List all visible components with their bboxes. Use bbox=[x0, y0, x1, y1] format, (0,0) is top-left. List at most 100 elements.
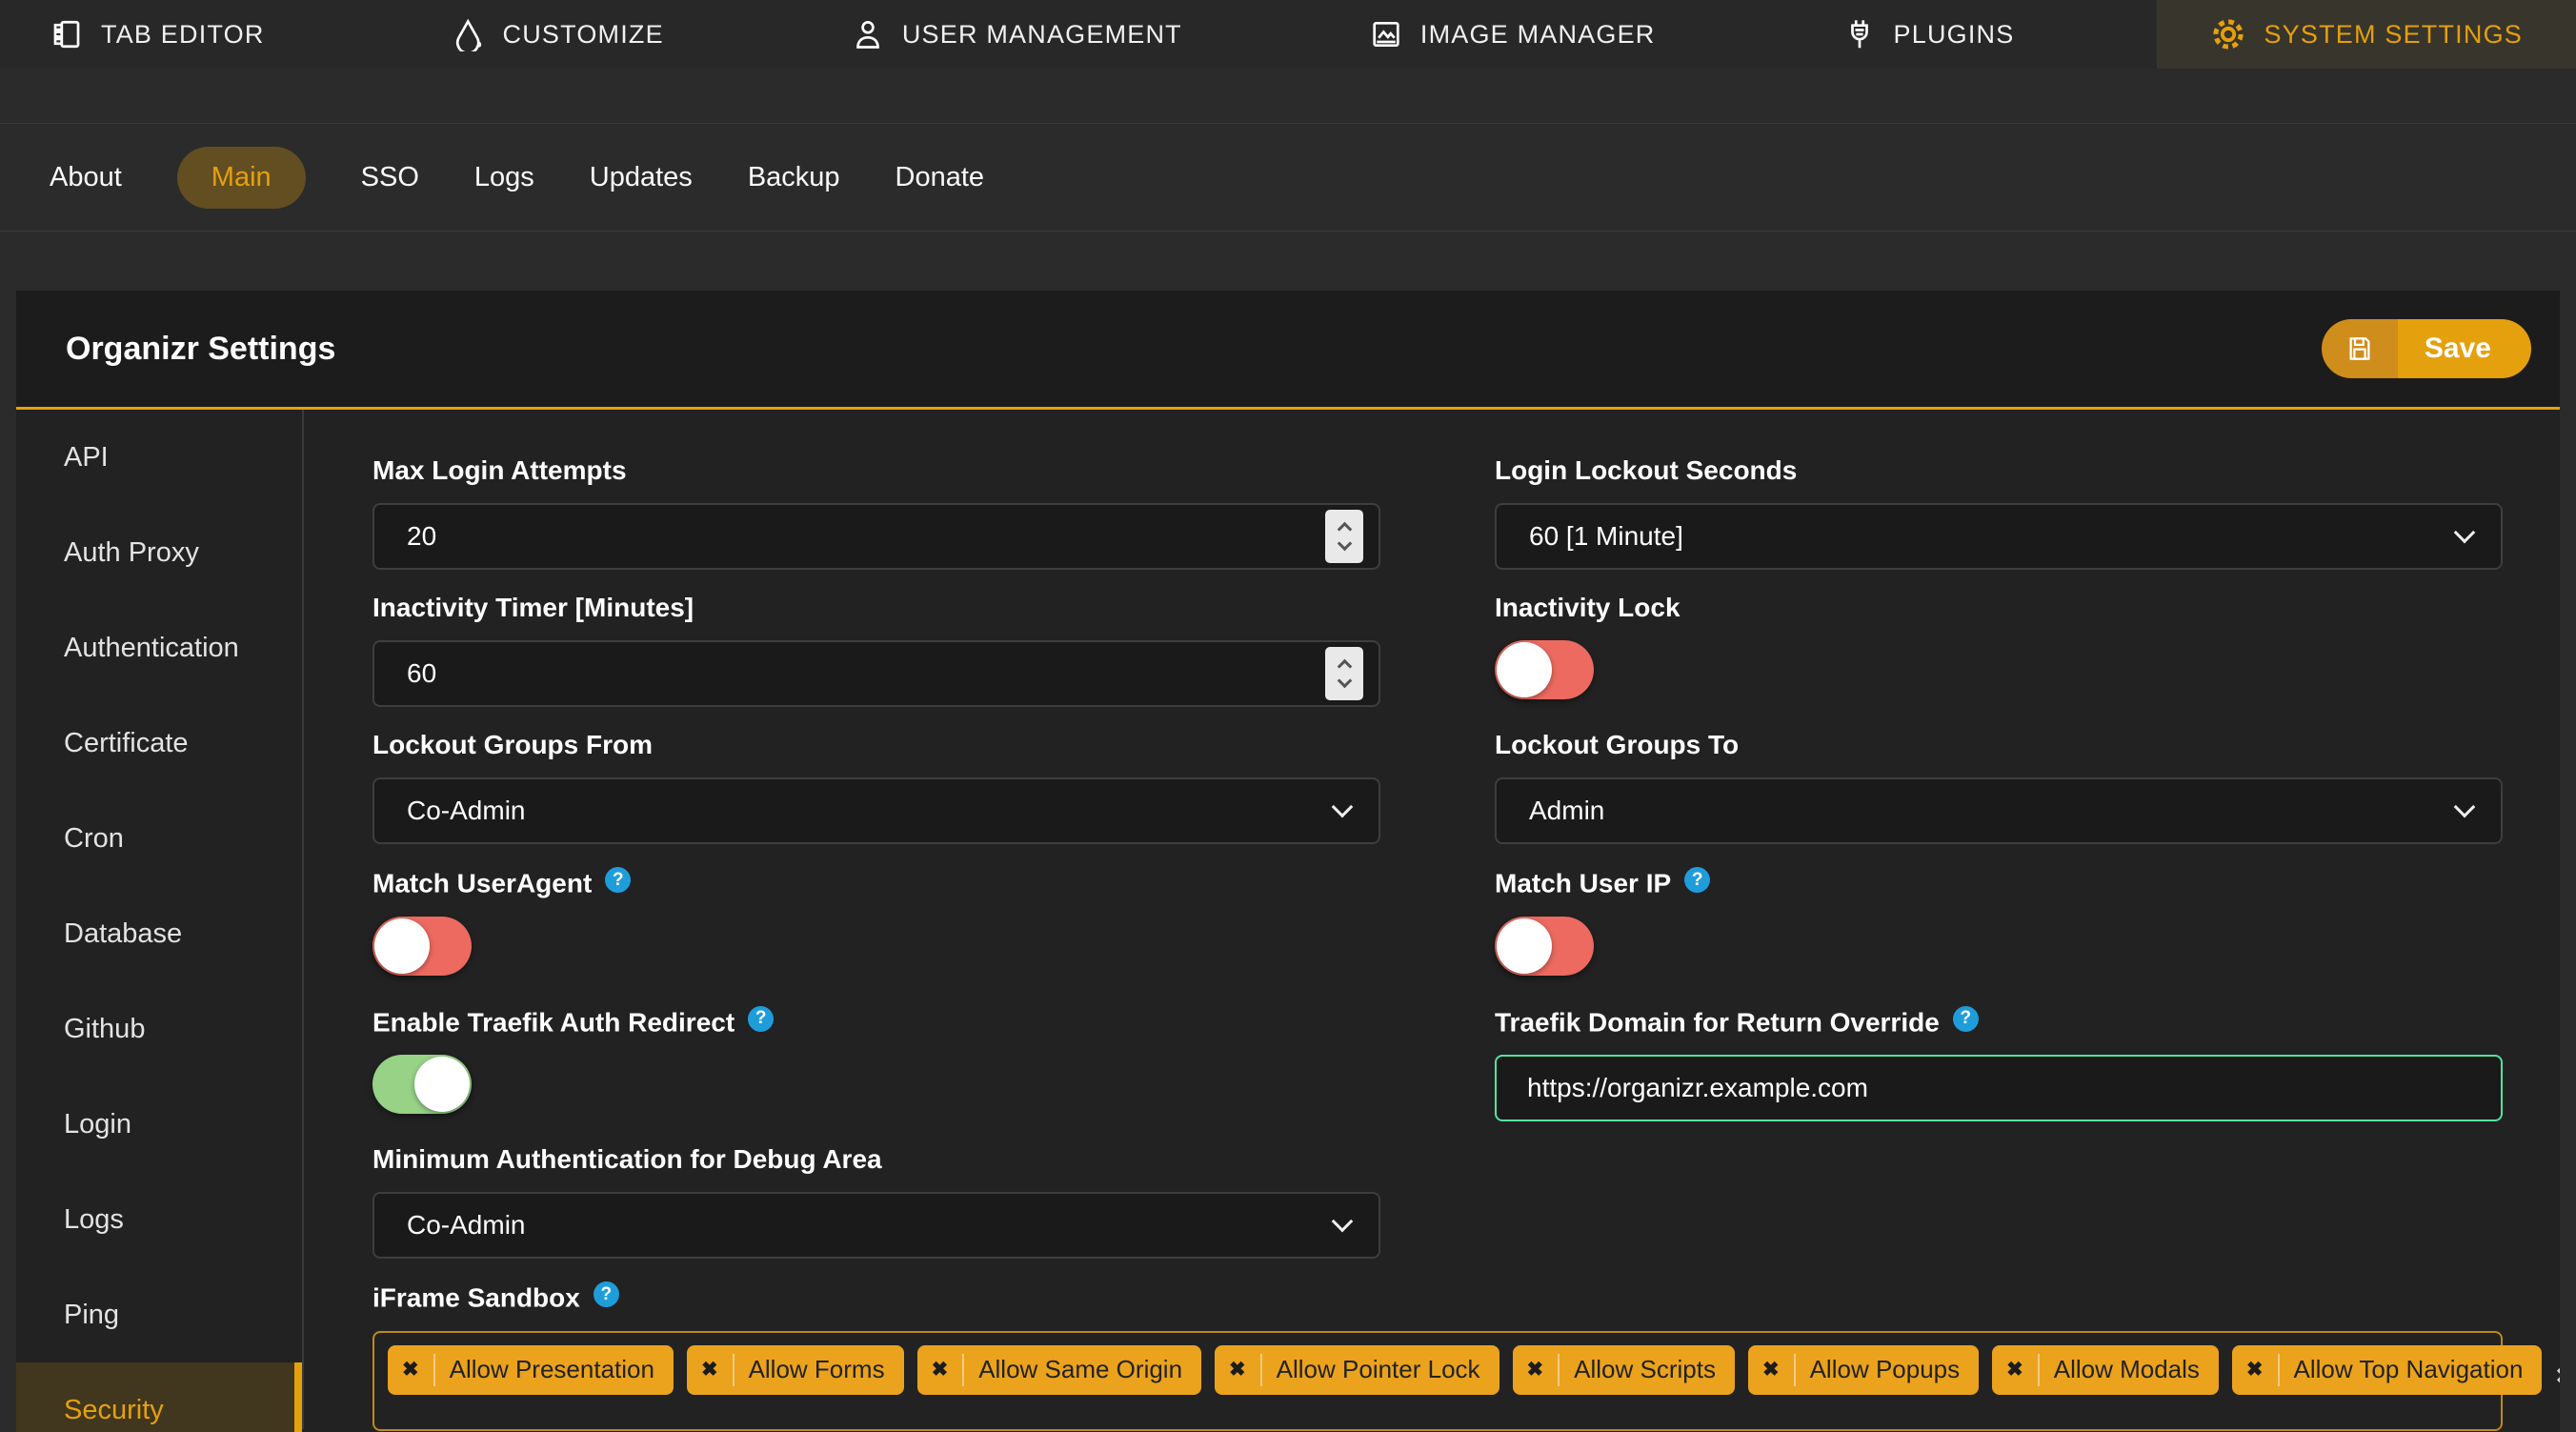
remove-tag-icon[interactable]: ✖ bbox=[2246, 1358, 2264, 1382]
iframe-sandbox-tagbox[interactable]: ✖ Allow Presentation ✖ Allow Forms ✖ Allow … bbox=[372, 1330, 2560, 1431]
organizr-settings-panel: Organizr Settings Save API Auth Proxy Au… bbox=[16, 291, 2560, 1432]
label-text: Match User IP bbox=[1495, 868, 1672, 898]
tag-label: Allow Popups bbox=[1809, 1355, 1961, 1383]
help-icon[interactable]: ? bbox=[1952, 1005, 1979, 1032]
subnav-item-updates[interactable]: Updates bbox=[590, 147, 693, 209]
tag-label: Allow Forms bbox=[748, 1355, 885, 1383]
number-spinner[interactable] bbox=[1325, 647, 1363, 700]
clear-tags-icon[interactable]: ✖ bbox=[2555, 1361, 2560, 1391]
iframe-sandbox-label: iFrame Sandbox? bbox=[372, 1281, 2503, 1314]
inactivity-lock-group: Inactivity Lock bbox=[1495, 593, 2503, 707]
subnav-item-main[interactable]: Main bbox=[176, 146, 306, 209]
subnav-item-backup[interactable]: Backup bbox=[748, 147, 840, 209]
tag-label: Allow Scripts bbox=[1574, 1355, 1716, 1383]
sandbox-tag[interactable]: ✖ Allow Same Origin bbox=[916, 1344, 1202, 1395]
inactivity-lock-toggle[interactable] bbox=[1495, 640, 1594, 699]
match-useragent-toggle[interactable] bbox=[372, 916, 472, 976]
sandbox-tag[interactable]: ✖ Allow Modals bbox=[1992, 1344, 2219, 1395]
lockout-groups-from-select[interactable]: Co-Admin bbox=[372, 777, 1380, 844]
subnav-item-about[interactable]: About bbox=[50, 147, 122, 209]
spinner-up-icon[interactable] bbox=[1337, 521, 1352, 537]
sandbox-tag[interactable]: ✖ Allow Popups bbox=[1747, 1344, 1980, 1395]
number-spinner[interactable] bbox=[1325, 510, 1363, 563]
inactivity-timer-field bbox=[372, 640, 1380, 707]
subnav-item-logs[interactable]: Logs bbox=[474, 147, 534, 209]
nav-item-label: SYSTEM SETTINGS bbox=[2264, 19, 2523, 49]
sidebar-item-logs[interactable]: Logs bbox=[16, 1172, 302, 1267]
sidebar-item-github[interactable]: Github bbox=[16, 981, 302, 1077]
sidebar-item-certificate[interactable]: Certificate bbox=[16, 696, 302, 791]
spinner-down-icon[interactable] bbox=[1337, 535, 1352, 552]
select-value: 60 [1 Minute] bbox=[1529, 521, 1683, 551]
remove-tag-icon[interactable]: ✖ bbox=[402, 1358, 419, 1382]
enable-traefik-auth-redirect-toggle[interactable] bbox=[372, 1055, 472, 1114]
lockout-groups-to-label: Lockout Groups To bbox=[1495, 730, 1740, 759]
sidebar-item-cron[interactable]: Cron bbox=[16, 791, 302, 886]
min-auth-debug-select[interactable]: Co-Admin bbox=[372, 1192, 1380, 1259]
sidebar-item-ping[interactable]: Ping bbox=[16, 1267, 302, 1362]
help-icon[interactable]: ? bbox=[748, 1005, 775, 1032]
sidebar-item-authentication[interactable]: Authentication bbox=[16, 600, 302, 696]
match-user-ip-toggle[interactable] bbox=[1495, 916, 1594, 976]
nav-item-system-settings[interactable]: SYSTEM SETTINGS bbox=[2157, 0, 2576, 69]
max-login-attempts-field bbox=[372, 503, 1380, 570]
match-user-ip-group: Match User IP? bbox=[1495, 867, 2503, 983]
remove-tag-icon[interactable]: ✖ bbox=[932, 1358, 949, 1382]
help-icon[interactable]: ? bbox=[593, 1281, 619, 1307]
enable-traefik-auth-redirect-group: Enable Traefik Auth Redirect? bbox=[372, 1005, 1380, 1122]
nav-item-label: PLUGINS bbox=[1893, 19, 2015, 49]
traefik-domain-input[interactable] bbox=[1495, 1055, 2503, 1121]
inactivity-timer-label: Inactivity Timer [Minutes] bbox=[372, 593, 694, 622]
spinner-down-icon[interactable] bbox=[1337, 673, 1352, 689]
sidebar-item-auth-proxy[interactable]: Auth Proxy bbox=[16, 505, 302, 600]
remove-tag-icon[interactable]: ✖ bbox=[1762, 1358, 1780, 1382]
sidebar-item-api[interactable]: API bbox=[16, 410, 302, 505]
tag-label: Allow Same Origin bbox=[978, 1355, 1183, 1383]
nav-item-label: USER MANAGEMENT bbox=[901, 19, 1182, 49]
system-settings-icon bbox=[2213, 19, 2244, 50]
sandbox-tag[interactable]: ✖ Allow Forms bbox=[686, 1344, 904, 1395]
nav-item-tab-editor[interactable]: TAB EDITOR bbox=[0, 0, 309, 69]
login-lockout-seconds-select[interactable]: 60 [1 Minute] bbox=[1495, 503, 2503, 570]
toggle-knob bbox=[1497, 918, 1552, 974]
lockout-groups-from-label: Lockout Groups From bbox=[372, 730, 653, 759]
subnav-item-sso[interactable]: SSO bbox=[361, 147, 419, 209]
sandbox-tag[interactable]: ✖ Allow Pointer Lock bbox=[1215, 1344, 1499, 1395]
tag-separator bbox=[2277, 1353, 2280, 1386]
login-lockout-seconds-label: Login Lockout Seconds bbox=[1495, 455, 1798, 485]
save-button[interactable]: Save bbox=[2321, 319, 2531, 378]
tag-separator bbox=[732, 1353, 735, 1386]
top-navbar: TAB EDITOR CUSTOMIZE USER MANAGEMENT IMA… bbox=[0, 0, 2576, 69]
remove-tag-icon[interactable]: ✖ bbox=[2006, 1358, 2023, 1382]
sandbox-tag[interactable]: ✖ Allow Scripts bbox=[1512, 1344, 1735, 1395]
subnav-item-donate[interactable]: Donate bbox=[896, 147, 985, 209]
tag-separator bbox=[1793, 1353, 1796, 1386]
nav-item-image-manager[interactable]: IMAGE MANAGER bbox=[1325, 0, 1700, 69]
spinner-up-icon[interactable] bbox=[1337, 658, 1352, 675]
sandbox-tag[interactable]: ✖ Allow Top Navigation bbox=[2231, 1344, 2543, 1395]
sandbox-tag[interactable]: ✖ Allow Presentation bbox=[388, 1344, 674, 1395]
nav-item-plugins[interactable]: PLUGINS bbox=[1799, 0, 2059, 69]
remove-tag-icon[interactable]: ✖ bbox=[1527, 1358, 1544, 1382]
security-settings-form: Max Login Attempts Login Lockout Seconds… bbox=[304, 410, 2560, 1431]
tag-label: Allow Modals bbox=[2053, 1355, 2200, 1383]
traefik-domain-label: Traefik Domain for Return Override? bbox=[1495, 1005, 2503, 1039]
remove-tag-icon[interactable]: ✖ bbox=[1229, 1358, 1246, 1382]
nav-item-user-management[interactable]: USER MANAGEMENT bbox=[807, 0, 1226, 69]
max-login-attempts-input[interactable] bbox=[407, 521, 1325, 552]
sidebar-item-login[interactable]: Login bbox=[16, 1077, 302, 1172]
sidebar-item-database[interactable]: Database bbox=[16, 886, 302, 981]
help-icon[interactable]: ? bbox=[605, 867, 632, 893]
inactivity-timer-input[interactable] bbox=[407, 658, 1325, 689]
lockout-groups-to-select[interactable]: Admin bbox=[1495, 777, 2503, 844]
tab-editor-icon bbox=[53, 20, 80, 49]
customize-icon bbox=[455, 18, 481, 51]
remove-tag-icon[interactable]: ✖ bbox=[701, 1358, 718, 1382]
label-text: Enable Traefik Auth Redirect bbox=[372, 1007, 735, 1037]
select-value: Co-Admin bbox=[407, 1210, 526, 1240]
help-icon[interactable]: ? bbox=[1684, 867, 1711, 893]
toggle-knob bbox=[374, 918, 430, 974]
sidebar-item-security[interactable]: Security bbox=[16, 1362, 302, 1432]
chevron-down-icon bbox=[1331, 1210, 1354, 1233]
nav-item-customize[interactable]: CUSTOMIZE bbox=[408, 0, 708, 69]
